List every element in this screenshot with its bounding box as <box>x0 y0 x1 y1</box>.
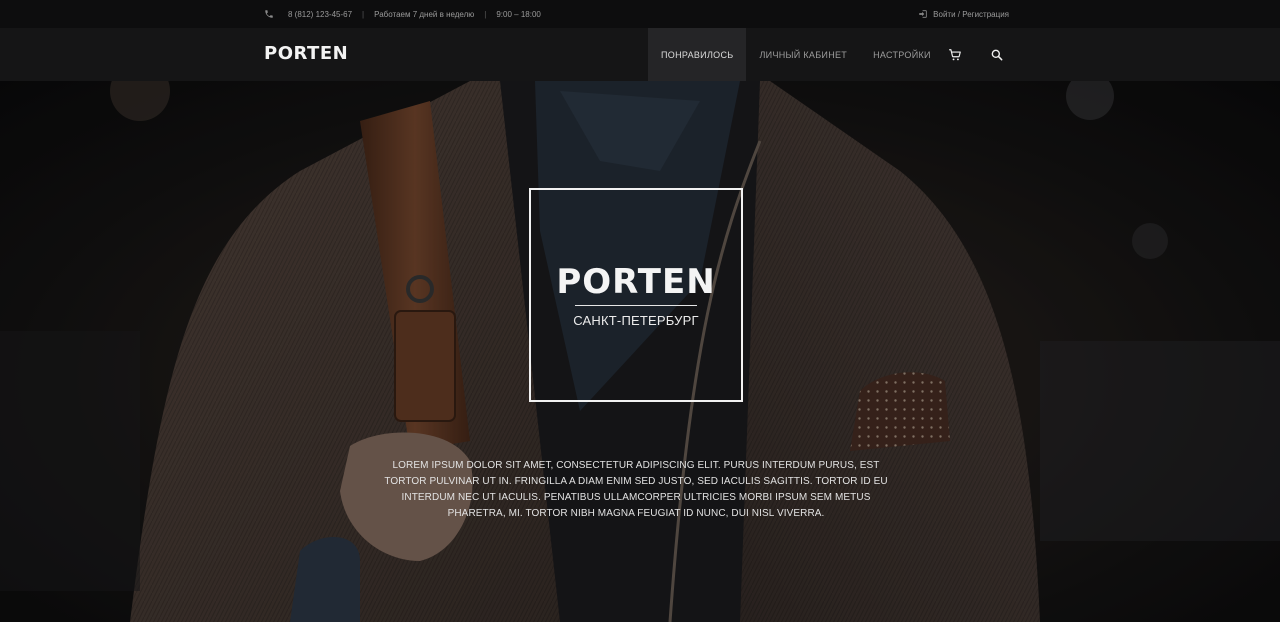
schedule-text: Работаем 7 дней в неделю <box>374 9 475 19</box>
contact-info: 8 (812) 123-45-67 | Работаем 7 дней в не… <box>264 9 541 19</box>
separator: | <box>484 9 487 19</box>
badge-divider <box>575 305 697 306</box>
nav-item-settings[interactable]: НАСТРОЙКИ <box>860 28 944 81</box>
hero-banner: PORTEN САНКТ-ПЕТЕРБУРГ LOREM IPSUM DOLOR… <box>0 81 1280 622</box>
auth-label[interactable]: Войти / Регистрация <box>933 10 1009 19</box>
main-navbar: PORTEN ПОНРАВИЛОСЬ ЛИЧНЫЙ КАБИНЕТ НАСТРО… <box>0 28 1280 81</box>
separator: | <box>362 9 365 19</box>
cart-icon[interactable] <box>948 48 962 62</box>
top-info-bar-inner: 8 (812) 123-45-67 | Работаем 7 дней в не… <box>264 0 1009 28</box>
login-icon <box>918 9 928 19</box>
brand-badge: PORTEN САНКТ-ПЕТЕРБУРГ <box>529 188 743 402</box>
auth-link[interactable]: Войти / Регистрация <box>918 9 1009 19</box>
nav-item-account[interactable]: ЛИЧНЫЙ КАБИНЕТ <box>746 28 860 81</box>
top-info-bar: 8 (812) 123-45-67 | Работаем 7 дней в не… <box>0 0 1280 28</box>
main-nav: ПОНРАВИЛОСЬ ЛИЧНЫЙ КАБИНЕТ НАСТРОЙКИ <box>648 28 944 81</box>
phone-number[interactable]: 8 (812) 123-45-67 <box>288 10 352 19</box>
site-logo[interactable]: PORTEN <box>264 43 348 64</box>
nav-icons <box>948 28 1004 81</box>
badge-title: PORTEN <box>556 262 716 302</box>
phone-icon <box>264 9 278 19</box>
hours-text: 9:00 – 18:00 <box>496 9 541 19</box>
search-icon[interactable] <box>990 48 1004 62</box>
badge-city: САНКТ-ПЕТЕРБУРГ <box>573 313 699 328</box>
hero-description: LOREM IPSUM DOLOR SIT AMET, CONSECTETUR … <box>384 460 888 519</box>
nav-item-liked[interactable]: ПОНРАВИЛОСЬ <box>648 28 747 81</box>
